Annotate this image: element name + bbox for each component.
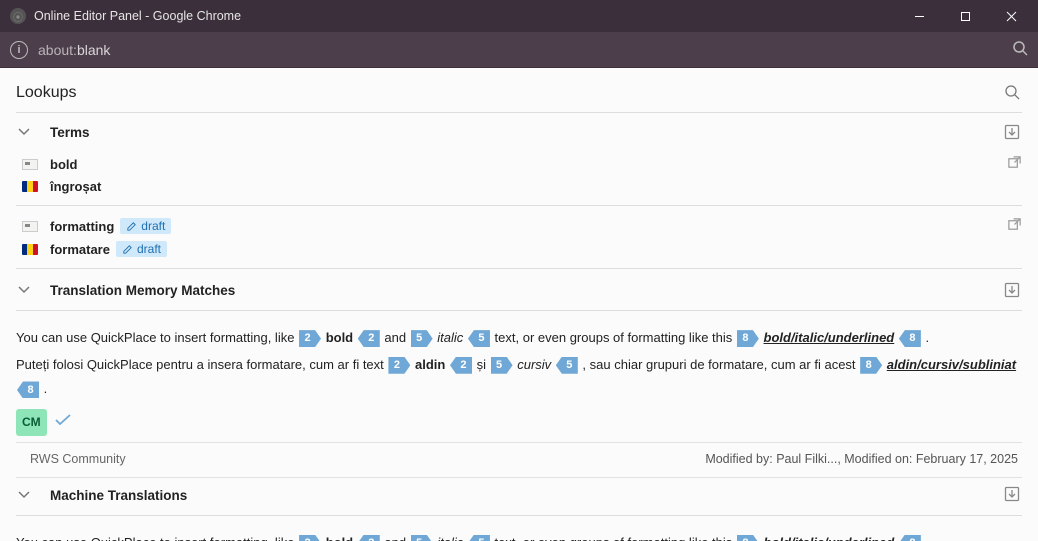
open-external-icon[interactable] bbox=[1007, 217, 1022, 235]
url-protocol: about: bbox=[38, 42, 77, 58]
page-title: Lookups bbox=[16, 84, 1004, 102]
term-target-row: îngroșat bbox=[16, 176, 1022, 197]
tm-provider: RWS Community bbox=[16, 448, 126, 472]
tag-open[interactable]: 5 bbox=[491, 357, 513, 374]
tag-close[interactable]: 8 bbox=[899, 330, 921, 347]
term-target-text: formatare bbox=[50, 242, 110, 257]
chevron-down-icon bbox=[16, 486, 32, 502]
url-display[interactable]: about:blank bbox=[38, 42, 1012, 58]
draft-badge: draft bbox=[116, 241, 167, 257]
term-target-row: formatare draft bbox=[16, 238, 1022, 260]
flag-source-icon bbox=[22, 221, 38, 232]
tag-close[interactable]: 5 bbox=[468, 330, 490, 347]
tag-close[interactable]: 8 bbox=[899, 535, 921, 541]
term-source-text: formatting bbox=[50, 219, 114, 234]
close-button[interactable] bbox=[988, 0, 1034, 32]
term-source-text: bold bbox=[50, 157, 77, 172]
window-titlebar: ⦿ Online Editor Panel - Google Chrome bbox=[0, 0, 1038, 32]
mt-source-segment: You can use QuickPlace to insert formatt… bbox=[16, 530, 1022, 541]
mt-section-header[interactable]: Machine Translations bbox=[16, 478, 1022, 513]
tm-source-segment: You can use QuickPlace to insert formatt… bbox=[16, 325, 1022, 352]
mt-download-icon[interactable] bbox=[1004, 486, 1022, 504]
tm-match-body: You can use QuickPlace to insert formatt… bbox=[16, 317, 1022, 478]
minimize-button[interactable] bbox=[896, 0, 942, 32]
tag-open[interactable]: 5 bbox=[411, 535, 433, 541]
tag-open[interactable]: 2 bbox=[299, 535, 321, 541]
terms-section-header[interactable]: Terms bbox=[16, 119, 1022, 150]
draft-label: draft bbox=[137, 242, 161, 256]
tag-close[interactable]: 8 bbox=[17, 381, 39, 398]
maximize-button[interactable] bbox=[942, 0, 988, 32]
term-target-text: îngroșat bbox=[50, 179, 101, 194]
app-favicon: ⦿ bbox=[10, 8, 26, 24]
tag-open[interactable]: 8 bbox=[860, 357, 882, 374]
window-title: Online Editor Panel - Google Chrome bbox=[34, 9, 896, 23]
draft-label: draft bbox=[141, 219, 165, 233]
tag-open[interactable]: 2 bbox=[299, 330, 321, 347]
pencil-icon bbox=[122, 244, 133, 255]
tm-download-icon[interactable] bbox=[1004, 282, 1022, 300]
chevron-down-icon bbox=[16, 281, 32, 297]
content-area: Lookups Terms bold îngroșat bbox=[0, 68, 1038, 541]
site-info-icon[interactable]: i bbox=[10, 41, 28, 59]
url-path: blank bbox=[77, 42, 110, 58]
flag-target-icon bbox=[22, 181, 38, 192]
terms-title: Terms bbox=[50, 125, 1004, 140]
tag-close[interactable]: 2 bbox=[450, 357, 472, 374]
lookups-search-icon[interactable] bbox=[1004, 84, 1022, 102]
flag-source-icon bbox=[22, 159, 38, 170]
tag-open[interactable]: 8 bbox=[737, 535, 759, 541]
tm-target-segment: Puteți folosi QuickPlace pentru a insera… bbox=[16, 352, 1022, 403]
tag-close[interactable]: 2 bbox=[358, 535, 380, 541]
tag-close[interactable]: 5 bbox=[556, 357, 578, 374]
tag-close[interactable]: 2 bbox=[358, 330, 380, 347]
term-source-row: bold bbox=[16, 152, 1022, 176]
check-icon bbox=[55, 410, 71, 435]
cm-badge: CM bbox=[16, 409, 47, 436]
term-source-row: formatting draft bbox=[16, 214, 1022, 238]
pencil-icon bbox=[126, 221, 137, 232]
term-block: bold îngroșat bbox=[16, 150, 1022, 203]
tm-meta-row: RWS Community Modified by: Paul Filki...… bbox=[16, 442, 1022, 478]
chevron-down-icon bbox=[16, 123, 32, 139]
term-block: formatting draft formatare draft bbox=[16, 212, 1022, 266]
tm-status-row: CM bbox=[16, 403, 1022, 440]
tag-open[interactable]: 8 bbox=[737, 330, 759, 347]
tm-section-header[interactable]: Translation Memory Matches bbox=[16, 275, 1022, 308]
search-icon[interactable] bbox=[1012, 40, 1028, 59]
tm-modified-info: Modified by: Paul Filki..., Modified on:… bbox=[705, 448, 1022, 472]
page-header: Lookups bbox=[16, 80, 1022, 110]
tag-open[interactable]: 2 bbox=[388, 357, 410, 374]
tag-close[interactable]: 5 bbox=[468, 535, 490, 541]
open-external-icon[interactable] bbox=[1007, 155, 1022, 173]
address-bar: i about:blank bbox=[0, 32, 1038, 68]
mt-title: Machine Translations bbox=[50, 488, 1004, 503]
tm-title: Translation Memory Matches bbox=[50, 283, 1004, 298]
draft-badge: draft bbox=[120, 218, 171, 234]
flag-target-icon bbox=[22, 244, 38, 255]
mt-body: You can use QuickPlace to insert formatt… bbox=[16, 522, 1022, 541]
tag-open[interactable]: 5 bbox=[411, 330, 433, 347]
terms-download-icon[interactable] bbox=[1004, 124, 1022, 142]
